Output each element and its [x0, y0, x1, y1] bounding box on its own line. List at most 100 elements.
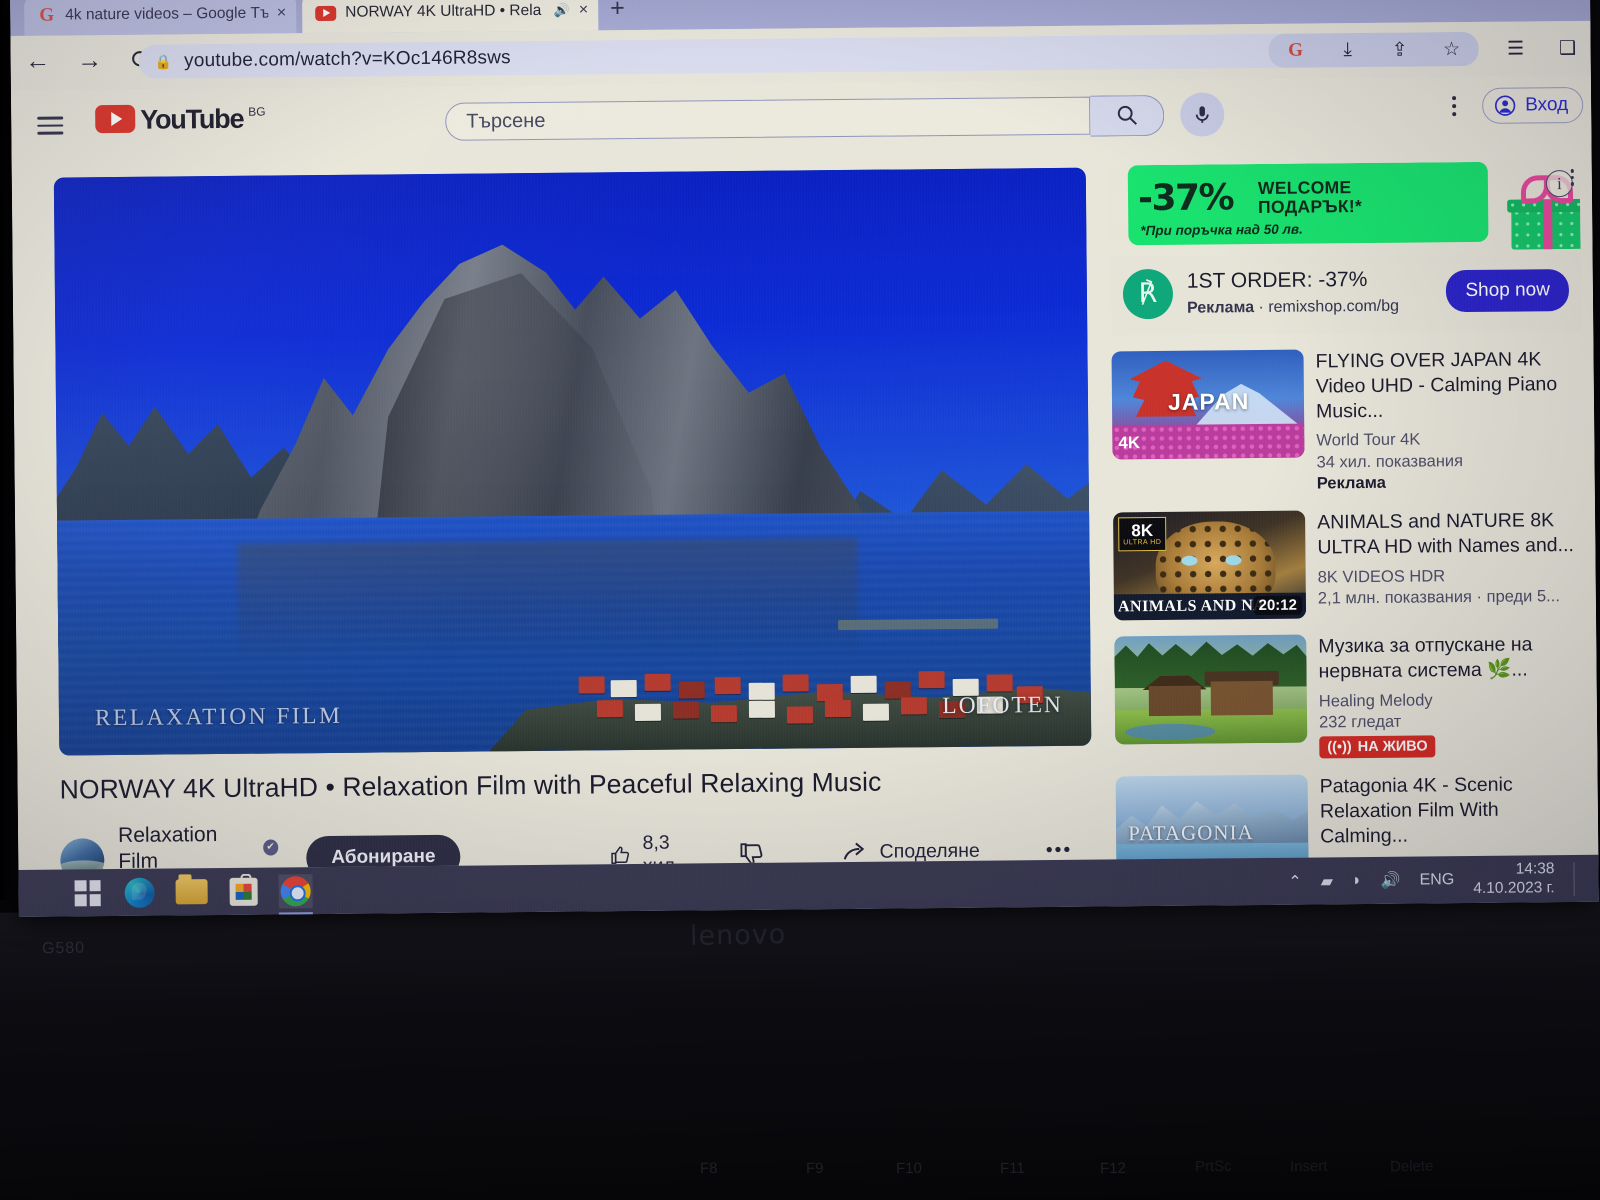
search-icon — [1117, 105, 1137, 125]
youtube-page: YouTube BG Търсене Вход RELAXATION FILM … — [10, 74, 1599, 870]
animals-nature-thumbnail[interactable]: 8K ULTRA HD ANIMALS AND NA 20:12 — [1113, 510, 1307, 621]
volume-icon[interactable]: 🔊 — [1381, 870, 1401, 890]
youtube-country-code: BG — [248, 104, 266, 119]
close-icon[interactable]: × — [579, 1, 589, 19]
show-hidden-icons-chevron[interactable]: ⌃ — [1288, 871, 1302, 891]
youtube-masthead: YouTube BG Търсене Вход — [11, 75, 1592, 158]
browser-tab-youtube-video[interactable]: NORWAY 4K UltraHD • Rela 🔊 × — [302, 0, 599, 34]
install-icon[interactable]: ⤓ — [1332, 35, 1362, 65]
search-placeholder: Търсене — [466, 109, 546, 133]
ad-welcome-line2: ПОДАРЪК!* — [1258, 195, 1363, 217]
video-title: FLYING OVER JAPAN 4K Video UHD - Calming… — [1315, 347, 1558, 423]
hamburger-icon[interactable] — [37, 111, 64, 139]
system-tray: ⌃ ▰ ◗ 🔊 ENG 14:38 4.10.2023 г. — [1288, 859, 1599, 900]
ad-welcome-line1: WELCOME — [1257, 177, 1352, 199]
url-text: youtube.com/watch?v=KOc146R8sws — [184, 47, 511, 72]
japan-thumbnail[interactable]: JAPAN 4K — [1111, 349, 1305, 460]
thumbnail-quality-badge: 8K ULTRA HD — [1118, 516, 1167, 552]
lenovo-brand-logo: lenovo — [689, 919, 787, 952]
laptop-photo: lenovo G580 F8 F9 F10 F11 F12 PrtSc Inse… — [0, 0, 1600, 1200]
thumbnail-quality-badge: 4K — [1118, 432, 1141, 453]
browser-tab-google-search[interactable]: G 4k nature videos – Google Търсе × — [24, 0, 297, 36]
edge-browser-icon[interactable] — [122, 875, 156, 909]
kebab-menu-icon[interactable] — [1446, 90, 1462, 122]
subscribe-button[interactable]: Абониране — [306, 834, 461, 870]
chrome-browser-icon[interactable] — [278, 873, 313, 915]
battery-icon[interactable]: ▰ — [1321, 871, 1334, 891]
function-key-f12[interactable]: F12 — [1100, 1160, 1126, 1177]
ad-banner: -37% WELCOME ПОДАРЪК!* *При поръчка над … — [1109, 160, 1581, 258]
more-options-icon[interactable] — [1566, 165, 1578, 190]
voice-search-button[interactable] — [1180, 92, 1225, 137]
tray-icons: ⌃ ▰ ◗ 🔊 — [1288, 870, 1400, 891]
avatar[interactable] — [60, 837, 105, 870]
new-tab-button[interactable]: + — [610, 0, 625, 22]
video-stats: 2,1 млн. показвания · преди 5... — [1317, 586, 1560, 608]
channel-block[interactable]: Relaxation Film ✔ 504 хил. абонати — [60, 821, 279, 870]
ad-fine-print: *При поръчка над 50 лв. — [1140, 221, 1303, 239]
show-desktop-button[interactable] — [1573, 861, 1581, 896]
ad-headline: 1ST ORDER: -37% — [1186, 267, 1368, 293]
forward-icon[interactable]: → — [72, 43, 106, 77]
microsoft-store-icon[interactable] — [226, 874, 260, 908]
back-icon[interactable]: ← — [20, 44, 54, 78]
sign-in-button[interactable]: Вход — [1482, 86, 1584, 124]
language-indicator[interactable]: ENG — [1419, 871, 1454, 889]
video-title: ANIMALS and NATURE 8K ULTRA HD with Name… — [1317, 509, 1574, 559]
function-key-f11[interactable]: F11 — [1000, 1160, 1025, 1177]
channel-text: Relaxation Film ✔ 504 хил. абонати — [117, 821, 279, 870]
ad-url: remixshop.com/bg — [1268, 298, 1400, 317]
channel-name-label: Relaxation Film — [117, 823, 218, 870]
bookmark-star-icon[interactable]: ☆ — [1436, 34, 1466, 64]
thumbnail-overlay-text: PATAGONIA — [1128, 820, 1254, 846]
video-meta: ANIMALS and NATURE 8K ULTRA HD with Name… — [1317, 508, 1584, 619]
video-title: Patagonia 4K - Scenic Relaxation Film Wi… — [1319, 774, 1513, 848]
share-icon[interactable]: ⇪ — [1384, 35, 1414, 65]
video-primary-column: Relaxation Film Lofoten NORWAY 4K UltraH… — [53, 167, 1093, 870]
function-key-f8[interactable]: F8 — [700, 1160, 718, 1177]
clock[interactable]: 14:38 4.10.2023 г. — [1473, 860, 1555, 899]
ad-text: 1ST ORDER: -37% Реклама · remixshop.com/… — [1187, 264, 1433, 320]
video-meta: FLYING OVER JAPAN 4K Video UHD - Calming… — [1315, 347, 1582, 495]
key-prtsc[interactable]: PrtSc — [1195, 1158, 1232, 1176]
shop-now-button[interactable]: Shop now — [1446, 268, 1570, 313]
close-icon[interactable]: × — [277, 4, 287, 22]
google-lens-icon[interactable]: G — [1280, 36, 1310, 66]
channel-name[interactable]: Relaxation Film ✔ — [117, 821, 279, 870]
audio-playing-icon[interactable]: 🔊 — [554, 3, 570, 19]
start-windows-icon[interactable] — [70, 876, 104, 910]
function-key-f9[interactable]: F9 — [806, 1160, 824, 1177]
list-item[interactable]: JAPAN 4K FLYING OVER JAPAN 4K Video UHD … — [1111, 168, 1582, 497]
ad-body: ℟ 1ST ORDER: -37% Реклама · remixshop.co… — [1111, 253, 1582, 335]
address-bar[interactable]: 🔒 youtube.com/watch?v=KOc146R8sws — [138, 33, 1309, 79]
ad-sponsored-label: Реклама — [1187, 299, 1255, 318]
function-key-f10[interactable]: F10 — [896, 1160, 922, 1177]
list-item[interactable]: Музика за отпускане на нервната система … — [1114, 632, 1585, 761]
file-explorer-icon[interactable] — [174, 875, 208, 909]
side-panel-icon[interactable]: ❑ — [1552, 33, 1582, 63]
video-player[interactable]: Relaxation Film Lofoten — [53, 167, 1092, 756]
relax-music-thumbnail[interactable] — [1114, 634, 1308, 745]
youtube-logo[interactable]: YouTube BG — [95, 104, 266, 137]
key-delete[interactable]: Delete — [1390, 1158, 1434, 1176]
search-button[interactable] — [1090, 94, 1165, 137]
video-meta: Музика за отпускане на нервната система … — [1318, 632, 1585, 759]
list-item[interactable]: 8K ULTRA HD ANIMALS AND NA 20:12 ANIMALS … — [1113, 508, 1584, 621]
search-input[interactable]: Търсене — [445, 96, 1091, 141]
wifi-icon[interactable]: ◗ — [1352, 872, 1362, 890]
search-area: Търсене — [445, 92, 1225, 143]
thumbnail-overlay-text: JAPAN — [1167, 387, 1250, 415]
key-insert[interactable]: Insert — [1290, 1158, 1328, 1176]
ad-discount-percent: -37% — [1137, 177, 1234, 220]
ad-meta: Реклама · remixshop.com/bg — [1187, 295, 1433, 321]
ad-welcome-text: WELCOME ПОДАРЪК!* — [1257, 177, 1363, 217]
verified-badge-icon: ✔ — [262, 839, 279, 856]
patagonia-thumbnail[interactable]: PATAGONIA 1:00:22 — [1115, 775, 1309, 870]
sign-in-label: Вход — [1525, 94, 1569, 116]
youtube-play-icon — [95, 104, 136, 134]
display-ad-card[interactable]: -37% WELCOME ПОДАРЪК!* *При поръчка над … — [1109, 160, 1582, 336]
video-channel: Healing Melody — [1318, 691, 1433, 711]
media-list-icon[interactable]: ☰ — [1500, 33, 1530, 63]
laptop-model-label: G580 — [41, 939, 86, 958]
clock-date: 4.10.2023 г. — [1473, 878, 1555, 897]
